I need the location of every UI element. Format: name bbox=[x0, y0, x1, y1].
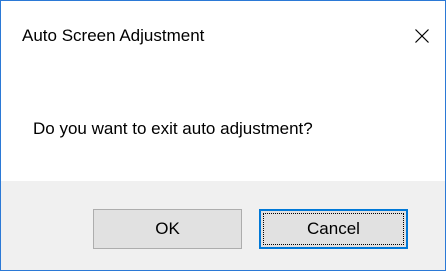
dialog-window: Auto Screen Adjustment Do you want to ex… bbox=[0, 0, 446, 271]
close-button[interactable] bbox=[399, 11, 445, 61]
cancel-button-label: Cancel bbox=[307, 219, 360, 238]
dialog-title: Auto Screen Adjustment bbox=[22, 26, 205, 45]
cancel-button[interactable]: Cancel bbox=[259, 209, 408, 249]
ok-button[interactable]: OK bbox=[93, 209, 242, 249]
button-bar: OK Cancel bbox=[1, 181, 445, 270]
close-icon bbox=[414, 28, 430, 44]
dialog-message: Do you want to exit auto adjustment? bbox=[33, 119, 313, 138]
title-bar: Auto Screen Adjustment bbox=[1, 1, 445, 71]
